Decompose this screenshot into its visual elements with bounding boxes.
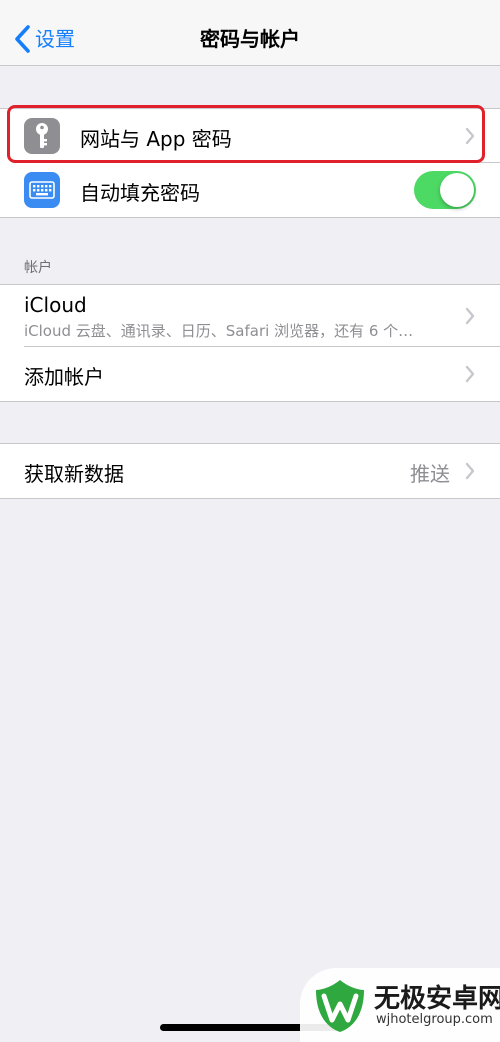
icloud-title: iCloud <box>24 293 87 317</box>
add-account-label: 添加帐户 <box>24 365 104 389</box>
watermark-logo-icon <box>316 980 364 1032</box>
accounts-section-header: 帐户 <box>24 260 52 276</box>
autofill-passwords-label: 自动填充密码 <box>80 181 200 205</box>
chevron-right-icon <box>465 127 475 145</box>
autofill-toggle[interactable] <box>414 171 476 209</box>
website-passwords-label: 网站与 App 密码 <box>80 127 232 151</box>
toggle-knob <box>440 173 474 207</box>
website-passwords-row[interactable]: 网站与 App 密码 <box>0 109 500 163</box>
fetch-group: 获取新数据 推送 <box>0 443 500 499</box>
icloud-subtitle: iCloud 云盘、通讯录、日历、Safari 浏览器，还有 6 个… <box>24 322 414 340</box>
chevron-right-icon <box>465 462 475 480</box>
watermark-url: wjhotelgroup.com <box>376 1012 493 1027</box>
chevron-right-icon <box>465 307 475 325</box>
chevron-right-icon <box>465 365 475 383</box>
key-icon <box>24 118 60 154</box>
keyboard-icon <box>24 172 60 208</box>
watermark: 无极安卓网 wjhotelgroup.com <box>300 968 500 1042</box>
accounts-group: iCloud iCloud 云盘、通讯录、日历、Safari 浏览器，还有 6 … <box>0 284 500 402</box>
watermark-title: 无极安卓网 <box>374 984 500 1014</box>
passwords-group: 网站与 App 密码 自动填充密码 <box>0 108 500 218</box>
fetch-new-data-value: 推送 <box>410 462 450 486</box>
page-title: 密码与帐户 <box>200 27 300 51</box>
icloud-row[interactable]: iCloud iCloud 云盘、通讯录、日历、Safari 浏览器，还有 6 … <box>0 285 500 347</box>
add-account-row[interactable]: 添加帐户 <box>0 347 500 401</box>
fetch-new-data-label: 获取新数据 <box>24 462 124 486</box>
navigation-bar: 设置 密码与帐户 <box>0 0 500 66</box>
autofill-passwords-row: 自动填充密码 <box>0 163 500 217</box>
fetch-new-data-row[interactable]: 获取新数据 推送 <box>0 444 500 498</box>
